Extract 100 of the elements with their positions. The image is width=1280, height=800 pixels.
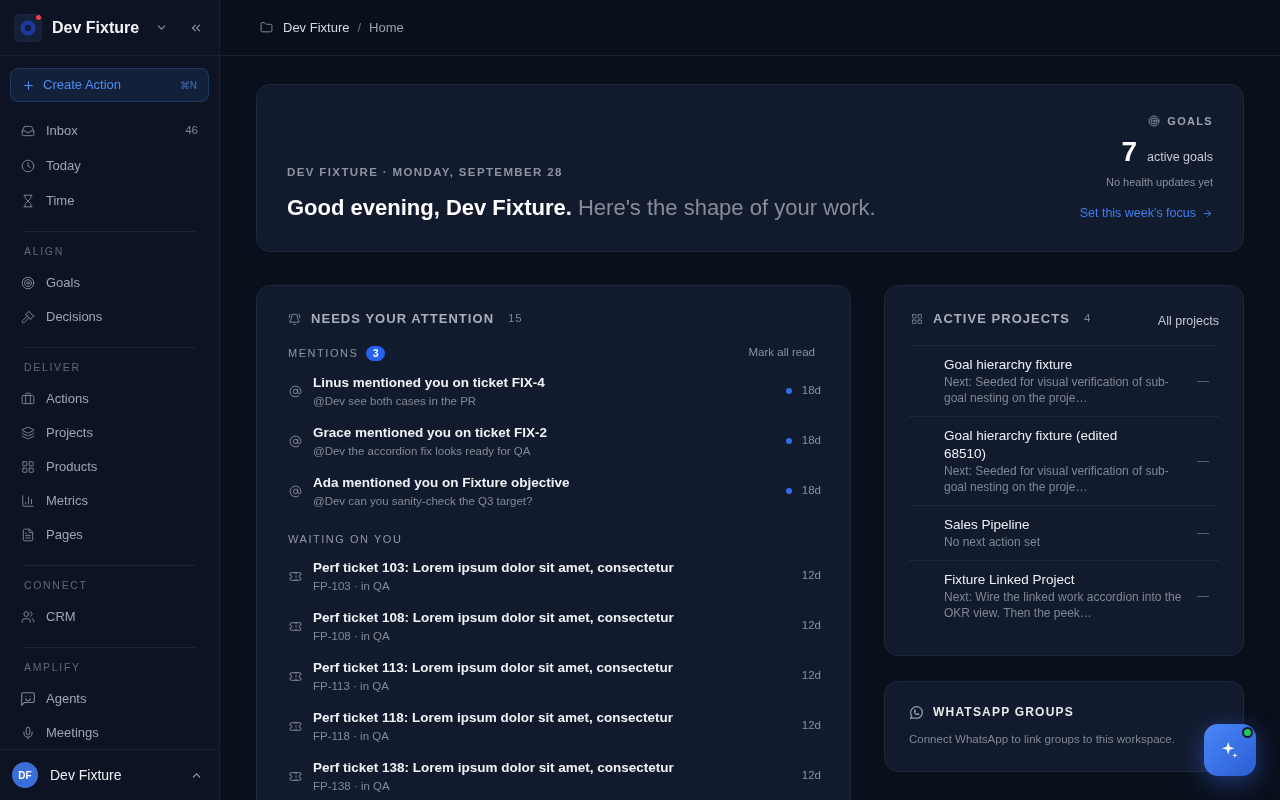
breadcrumb-item[interactable]: Dev Fixture xyxy=(283,17,350,38)
project-health: — xyxy=(1197,588,1209,605)
card-title: WHATSAPP GROUPS xyxy=(933,704,1074,721)
grid-icon xyxy=(911,313,923,325)
breadcrumb-item[interactable]: Home xyxy=(369,17,404,38)
shortcut-label: ⌘N xyxy=(179,78,197,93)
section-heading: WAITING ON YOU xyxy=(288,531,403,547)
plus-icon xyxy=(22,78,35,92)
project-health: — xyxy=(1197,453,1209,470)
nav-item[interactable]: Today xyxy=(10,148,209,183)
nav-item[interactable]: Products xyxy=(10,450,209,484)
briefcase-icon xyxy=(21,392,35,406)
nav-item[interactable]: Actions xyxy=(10,382,209,416)
nav-item[interactable]: CRM xyxy=(10,600,209,634)
project-next-step: Next: Seeded for visual verification of sub-goal nesting on the proje… xyxy=(944,374,1184,406)
nav-item[interactable]: Agents xyxy=(10,682,209,716)
ticket-icon xyxy=(289,619,302,633)
clock-icon xyxy=(21,158,35,173)
project-name[interactable]: Sales Pipeline xyxy=(944,516,1030,534)
people-icon xyxy=(21,610,35,624)
assistant-button[interactable] xyxy=(1204,724,1256,776)
greeting-text: Good evening, Dev Fixture. Here's the shape of your work. xyxy=(287,194,876,222)
ticket-icon xyxy=(289,769,302,783)
nav-item[interactable]: Projects xyxy=(10,416,209,450)
user-avatar: DF xyxy=(12,762,38,788)
section-heading: MENTIONS xyxy=(288,345,359,361)
item-title[interactable]: Grace mentioned you on ticket FIX-2 xyxy=(313,423,548,442)
item-subtitle: @Dev see both cases in the PR xyxy=(313,393,477,409)
item-subtitle: FP-108 · in QA xyxy=(313,628,390,644)
folder-icon xyxy=(260,21,273,34)
card-title: ACTIVE PROJECTS xyxy=(933,310,1070,329)
item-subtitle: FP-138 · in QA xyxy=(313,778,390,794)
item-subtitle: FP-113 · in QA xyxy=(313,678,389,694)
item-age: 12d xyxy=(801,718,821,734)
nav-item[interactable]: Pages xyxy=(10,518,209,552)
item-age: 18d xyxy=(801,433,821,449)
nav-item[interactable]: Metrics xyxy=(10,484,209,518)
workspace-logo-icon xyxy=(14,13,42,42)
nav-item[interactable]: Inbox 46 xyxy=(10,113,209,148)
item-title[interactable]: Perf ticket 108: Lorem ipsum dolor sit amet, consectetur xyxy=(313,608,674,627)
project-name[interactable]: Fixture Linked Project xyxy=(944,571,1075,589)
item-age: 12d xyxy=(801,568,821,584)
mention-count-badge: 3 xyxy=(366,345,386,361)
card-count: 4 xyxy=(1083,311,1091,327)
user-name: Dev Fixture xyxy=(50,765,122,785)
ticket-icon xyxy=(289,569,302,583)
project-next-step: Next: Seeded for visual verification of sub-goal nesting on the proje… xyxy=(944,463,1184,495)
at-sign-icon xyxy=(289,434,302,448)
project-name[interactable]: Goal hierarchy fixture xyxy=(944,356,1073,374)
dateline: DEV FIXTURE · MONDAY, SEPTEMBER 28 xyxy=(287,165,563,180)
project-next-step: Next: Wire the linked work accordion into the OKR view. Then the peek… xyxy=(944,589,1184,621)
card-count: 15 xyxy=(508,311,523,327)
grid-icon xyxy=(21,460,35,474)
nav-item[interactable]: Decisions xyxy=(10,300,209,334)
item-title[interactable]: Perf ticket 103: Lorem ipsum dolor sit amet, consectetur xyxy=(313,558,674,577)
item-age: 12d xyxy=(801,768,821,784)
at-sign-icon xyxy=(289,484,302,498)
whatsapp-description: Connect WhatsApp to link groups to this workspace. xyxy=(909,732,1175,747)
breadcrumb-separator: / xyxy=(357,18,362,37)
section-heading: CONNECT xyxy=(24,578,89,594)
project-name[interactable]: Goal hierarchy fixture (edited 68510) xyxy=(944,427,1156,463)
focus-link[interactable]: Set this week's focus xyxy=(1079,204,1213,222)
item-title[interactable]: Perf ticket 118: Lorem ipsum dolor sit amet, consectetur xyxy=(313,708,674,727)
project-next-step: No next action set xyxy=(944,534,1041,550)
target-icon xyxy=(21,276,35,290)
workspace-switcher[interactable]: Dev Fixture xyxy=(52,15,168,40)
mark-all-read-button[interactable]: Mark all read xyxy=(748,344,815,362)
document-icon xyxy=(21,528,35,542)
item-subtitle: @Dev can you sanity-check the Q3 target? xyxy=(313,493,533,509)
goals-count: 7 xyxy=(1121,135,1137,169)
create-action-button[interactable]: Create Action ⌘N xyxy=(10,68,209,102)
item-title[interactable]: Linus mentioned you on ticket FIX-4 xyxy=(313,373,545,392)
section-heading: DELIVER xyxy=(24,360,82,376)
nav-item[interactable]: Time xyxy=(10,183,209,218)
item-age: 12d xyxy=(801,618,821,634)
item-subtitle: @Dev the accordion fix looks ready for QA xyxy=(313,443,531,459)
chat-phone-icon xyxy=(910,705,923,719)
inbox-icon xyxy=(21,123,35,138)
item-age: 18d xyxy=(801,383,821,399)
all-projects-link[interactable]: All projects xyxy=(1157,311,1219,331)
item-age: 12d xyxy=(801,668,821,684)
item-subtitle: FP-103 · in QA xyxy=(313,578,390,594)
nav-item[interactable]: Goals xyxy=(10,266,209,300)
project-health: — xyxy=(1197,373,1209,390)
item-title[interactable]: Ada mentioned you on Fixture objective xyxy=(313,473,570,492)
item-age: 18d xyxy=(801,483,821,499)
card-title: NEEDS YOUR ATTENTION xyxy=(311,310,495,329)
hourglass-icon xyxy=(21,193,35,208)
nav-item[interactable]: Meetings xyxy=(10,716,209,749)
goals-note: No health updates yet xyxy=(1105,175,1213,190)
ticket-icon xyxy=(289,669,302,683)
item-title[interactable]: Perf ticket 138: Lorem ipsum dolor sit amet, consectetur xyxy=(313,758,674,777)
target-icon xyxy=(1148,115,1161,127)
gavel-icon xyxy=(21,310,35,324)
item-subtitle: FP-118 · in QA xyxy=(313,728,389,744)
chat-smile-icon xyxy=(21,692,35,706)
item-title[interactable]: Perf ticket 113: Lorem ipsum dolor sit amet, consectetur xyxy=(313,658,674,677)
section-heading: ALIGN xyxy=(24,244,65,260)
microphone-icon xyxy=(21,726,35,740)
layers-icon xyxy=(21,426,35,440)
